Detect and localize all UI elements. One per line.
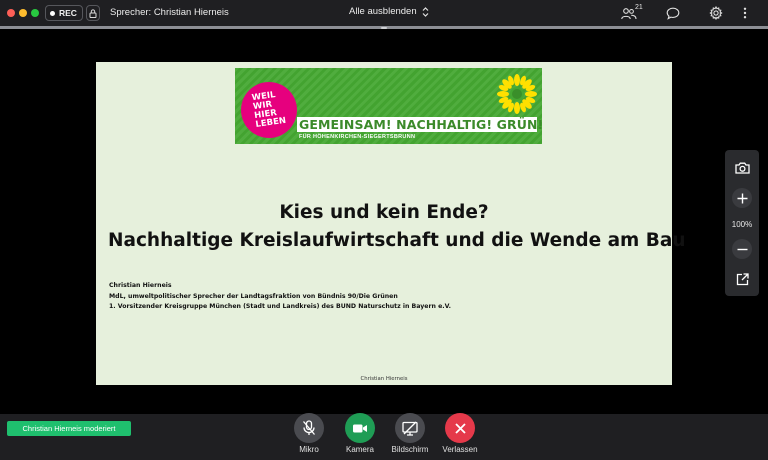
sunflower-logo-icon <box>497 74 537 114</box>
hide-all-dropdown[interactable]: Alle ausblenden <box>349 6 429 17</box>
camera-control[interactable]: Kamera <box>335 413 385 454</box>
mic-off-icon <box>303 420 315 435</box>
zoom-out-button[interactable] <box>725 238 759 260</box>
presentation-slide: WEIL WIR HIER LEBEN GEMEINSAM! NACHHALTI… <box>96 62 686 385</box>
window-zoom-button[interactable] <box>31 9 39 17</box>
zoom-level: 100% <box>725 217 759 231</box>
mic-button[interactable] <box>294 413 324 443</box>
external-open-icon <box>736 272 749 285</box>
banner-title-box: GEMEINSAM! NACHHALTIG! GRÜN! <box>297 117 542 132</box>
zoom-out-circle <box>732 239 752 259</box>
updown-chevron-icon <box>422 6 429 17</box>
slide-title-line1: Kies und kein Ende? <box>279 202 489 223</box>
lock-button[interactable] <box>86 5 100 21</box>
recording-dot-icon <box>50 10 55 16</box>
settings-button[interactable] <box>708 4 724 22</box>
top-bar: REC Sprecher: Christian Hierneis Alle au… <box>0 0 768 26</box>
zoom-in-button[interactable] <box>725 187 759 209</box>
video-call-window: REC Sprecher: Christian Hierneis Alle au… <box>0 0 768 460</box>
screen-control[interactable]: Bildschirm <box>385 413 435 454</box>
campaign-banner: WEIL WIR HIER LEBEN GEMEINSAM! NACHHALTI… <box>235 68 542 144</box>
moderator-badge: Christian Hierneis moderiert <box>7 421 131 436</box>
slogan-badge-text: WEIL WIR HIER LEBEN <box>251 90 286 130</box>
participants-count: 21 <box>635 4 643 11</box>
slide-title-line2: Nachhaltige Kreislaufwirtschaft und die … <box>108 230 686 251</box>
window-close-button[interactable] <box>7 9 15 17</box>
recording-indicator[interactable]: REC <box>45 5 83 21</box>
open-external-button[interactable] <box>725 270 759 288</box>
hide-all-label: Alle ausblenden <box>349 6 417 17</box>
mic-control[interactable]: Mikro <box>284 413 334 454</box>
recording-label: REC <box>59 8 77 18</box>
leave-control[interactable]: Verlassen <box>435 413 485 454</box>
snapshot-button[interactable] <box>725 158 759 178</box>
window-minimize-button[interactable] <box>19 9 27 17</box>
zoom-in-circle <box>732 188 752 208</box>
chat-icon <box>666 7 680 20</box>
leave-label: Verlassen <box>442 445 478 454</box>
author-role: MdL, umweltpolitischer Sprecher der Land… <box>109 292 398 300</box>
minus-icon <box>737 248 747 250</box>
resize-handle[interactable] <box>381 27 387 29</box>
gear-icon <box>709 6 723 20</box>
author-name: Christian Hierneis <box>109 282 172 289</box>
camera-icon <box>734 162 750 174</box>
chat-button[interactable] <box>665 4 681 22</box>
zoom-level-label: 100% <box>731 219 753 229</box>
zoom-panel: 100% <box>725 150 759 296</box>
banner-subtitle: FÜR HÖHENKIRCHEN-SIEGERTSBRUNN <box>299 134 416 140</box>
screen-share-off-icon <box>402 421 418 436</box>
leave-button[interactable] <box>445 413 475 443</box>
banner-title: GEMEINSAM! NACHHALTIG! GRÜN! <box>299 117 542 132</box>
close-icon <box>454 422 466 434</box>
camera-button[interactable] <box>345 413 375 443</box>
author-role: 1. Vorsitzender Kreisgruppe München (Sta… <box>109 303 451 311</box>
plus-icon <box>737 193 747 203</box>
participants-button[interactable]: 21 <box>621 4 647 22</box>
author-block: Christian Hierneis MdL, umweltpolitische… <box>109 281 451 313</box>
screen-button[interactable] <box>395 413 425 443</box>
mic-label: Mikro <box>299 445 319 454</box>
more-vertical-icon <box>743 7 747 19</box>
screen-label: Bildschirm <box>391 445 429 454</box>
lock-icon <box>89 8 97 18</box>
speaker-label: Sprecher: Christian Hierneis <box>110 7 229 18</box>
more-options-button[interactable] <box>739 4 751 22</box>
video-icon <box>353 424 367 432</box>
camera-label: Kamera <box>345 445 374 454</box>
slide-footer: Christian Hierneis <box>360 376 408 382</box>
badge-line: LEBEN <box>254 115 287 130</box>
